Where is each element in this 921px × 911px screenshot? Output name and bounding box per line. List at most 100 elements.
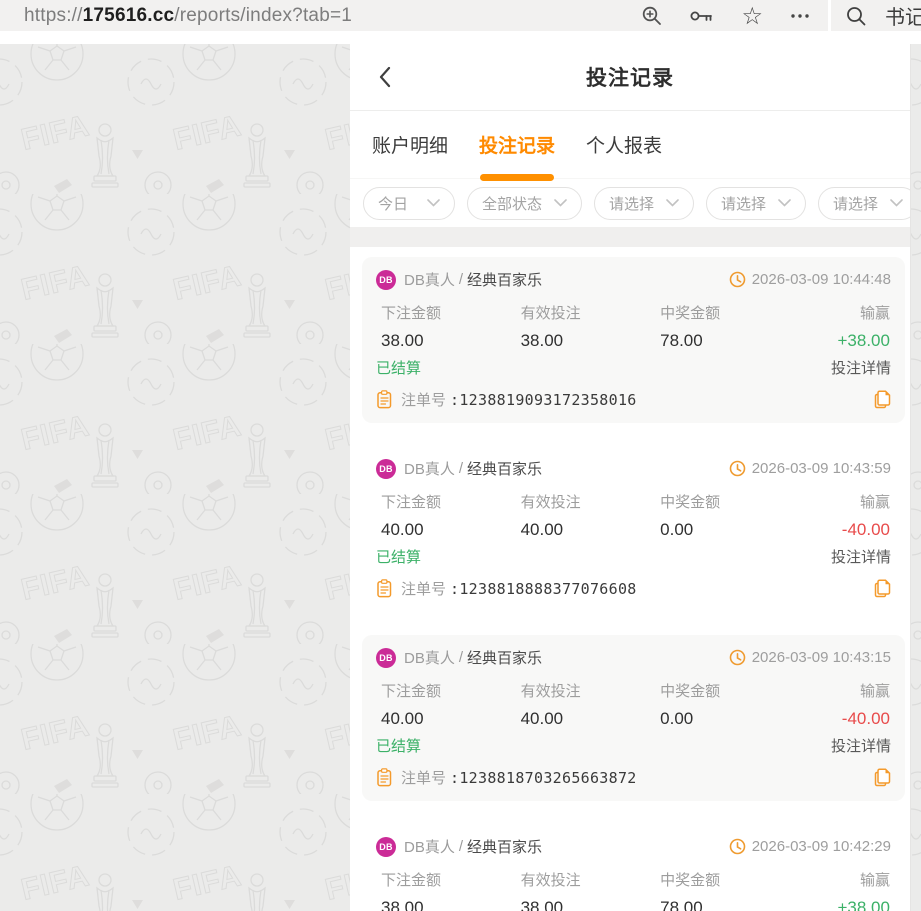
column-values: 40.00 40.00 0.00 -40.00 (376, 520, 891, 540)
bet-amount-value: 38.00 (376, 898, 516, 911)
order-note-icon (376, 579, 393, 598)
provider-name: DB真人 (404, 647, 455, 668)
win-amount-label: 中奖金额 (655, 680, 795, 701)
active-tab-underline (480, 174, 554, 181)
address-bar: https://175616.cc/reports/index?tab=1 ☆ (0, 0, 828, 31)
url-field[interactable]: https://175616.cc/reports/index?tab=1 (24, 5, 352, 27)
order-no-value: :1238818703265663872 (450, 769, 637, 787)
bet-timestamp: 2026-03-09 10:44:48 (752, 271, 891, 288)
record-list: DB DB真人 / 经典百家乐 2026-03-09 10:44:48 下注金额… (350, 247, 910, 911)
copy-icon (874, 579, 891, 598)
bet-record-card: DB DB真人 / 经典百家乐 2026-03-09 10:44:48 下注金额… (362, 257, 905, 423)
bet-record-card: DB DB真人 / 经典百家乐 2026-03-09 10:43:59 下注金额… (362, 446, 905, 612)
provider-badge-icon: DB (376, 837, 396, 857)
column-labels: 下注金额 有效投注 中奖金额 输赢 (376, 491, 891, 512)
filter-bar: 今日 全部状态 请选择 请选择 (350, 179, 910, 227)
clock-icon (729, 838, 746, 855)
more-options-icon[interactable] (790, 13, 810, 19)
profit-value: +38.00 (795, 331, 891, 351)
section-divider-band (350, 227, 910, 247)
column-labels: 下注金额 有效投注 中奖金额 输赢 (376, 302, 891, 323)
bet-timestamp: 2026-03-09 10:43:15 (752, 649, 891, 666)
provider-name: DB真人 (404, 458, 455, 479)
search-icon[interactable] (845, 5, 867, 27)
bet-detail-link[interactable]: 投注详情 (831, 357, 891, 378)
copy-order-no-button[interactable] (874, 390, 891, 409)
key-icon[interactable] (690, 9, 714, 23)
url-path: /reports/index?tab=1 (174, 5, 352, 26)
chevron-down-icon (778, 199, 791, 207)
provider-game-separator: / (459, 460, 463, 477)
copy-order-no-button[interactable] (874, 768, 891, 787)
valid-bet-value: 38.00 (516, 331, 656, 351)
screen: FIFA (0, 0, 921, 911)
bet-record-card: DB DB真人 / 经典百家乐 2026-03-09 10:42:29 下注金额… (362, 824, 905, 911)
filter-label: 今日 (378, 193, 408, 214)
side-toolbar-label: 书记 (885, 1, 921, 30)
bet-record-card: DB DB真人 / 经典百家乐 2026-03-09 10:43:15 下注金额… (362, 635, 905, 801)
game-name: 经典百家乐 (467, 647, 542, 668)
valid-bet-label: 有效投注 (516, 680, 656, 701)
column-values: 40.00 40.00 0.00 -40.00 (376, 709, 891, 729)
bet-amount-label: 下注金额 (376, 869, 516, 890)
clock-icon (729, 460, 746, 477)
profit-value: -40.00 (795, 520, 891, 540)
page-title: 投注记录 (586, 62, 674, 92)
tab-betting-records[interactable]: 投注记录 (479, 111, 555, 178)
url-domain: 175616.cc (83, 5, 175, 26)
order-note-icon (376, 390, 393, 409)
back-button[interactable] (374, 64, 396, 90)
valid-bet-value: 38.00 (516, 898, 656, 911)
chevron-down-icon (427, 199, 440, 207)
clock-icon (729, 271, 746, 288)
column-labels: 下注金额 有效投注 中奖金额 输赢 (376, 869, 891, 890)
bet-amount-label: 下注金额 (376, 680, 516, 701)
copy-icon (874, 768, 891, 787)
tab-personal-report[interactable]: 个人报表 (586, 111, 662, 178)
tab-bar: 账户明细 投注记录 个人报表 (350, 111, 910, 179)
win-amount-label: 中奖金额 (655, 491, 795, 512)
column-values: 38.00 38.00 78.00 +38.00 (376, 331, 891, 351)
order-note-icon (376, 768, 393, 787)
bet-amount-value: 38.00 (376, 331, 516, 351)
filter-select-dropdown-2[interactable]: 请选择 (706, 187, 806, 220)
bet-timestamp: 2026-03-09 10:42:29 (752, 838, 891, 855)
profit-value: -40.00 (795, 709, 891, 729)
win-amount-label: 中奖金额 (655, 869, 795, 890)
betting-records-panel: 投注记录 账户明细 投注记录 个人报表 今日 全部状态 (350, 44, 911, 911)
bet-amount-label: 下注金额 (376, 491, 516, 512)
bet-detail-link[interactable]: 投注详情 (831, 546, 891, 567)
bet-detail-link[interactable]: 投注详情 (831, 735, 891, 756)
chevron-down-icon (890, 199, 903, 207)
bookmark-star-icon[interactable]: ☆ (741, 4, 763, 28)
browser-side-toolbar: 书记 (831, 0, 921, 31)
win-amount-value: 0.00 (655, 709, 795, 729)
filter-select-dropdown-1[interactable]: 请选择 (594, 187, 694, 220)
provider-badge-icon: DB (376, 648, 396, 668)
url-scheme: https:// (24, 5, 83, 26)
bet-amount-value: 40.00 (376, 709, 516, 729)
profit-label: 输赢 (795, 680, 891, 701)
panel-header: 投注记录 (350, 44, 910, 111)
column-labels: 下注金额 有效投注 中奖金额 输赢 (376, 680, 891, 701)
zoom-icon[interactable] (641, 5, 663, 27)
status-badge: 已结算 (376, 735, 421, 756)
filter-status-dropdown[interactable]: 全部状态 (467, 187, 582, 220)
profit-label: 输赢 (795, 302, 891, 323)
filter-select-dropdown-3[interactable]: 请选择 (818, 187, 910, 220)
valid-bet-value: 40.00 (516, 520, 656, 540)
profit-label: 输赢 (795, 491, 891, 512)
copy-order-no-button[interactable] (874, 579, 891, 598)
filter-label: 请选择 (833, 193, 878, 214)
provider-game-separator: / (459, 271, 463, 288)
game-name: 经典百家乐 (467, 269, 542, 290)
tab-betting-records-label: 投注记录 (479, 131, 555, 158)
order-no-label: 注单号 (401, 767, 446, 788)
status-badge: 已结算 (376, 546, 421, 567)
filter-label: 全部状态 (482, 193, 542, 214)
order-no-value: :1238818888377076608 (450, 580, 637, 598)
filter-date-dropdown[interactable]: 今日 (363, 187, 455, 220)
tab-account-details[interactable]: 账户明细 (372, 111, 448, 178)
win-amount-value: 78.00 (655, 898, 795, 911)
win-amount-value: 0.00 (655, 520, 795, 540)
